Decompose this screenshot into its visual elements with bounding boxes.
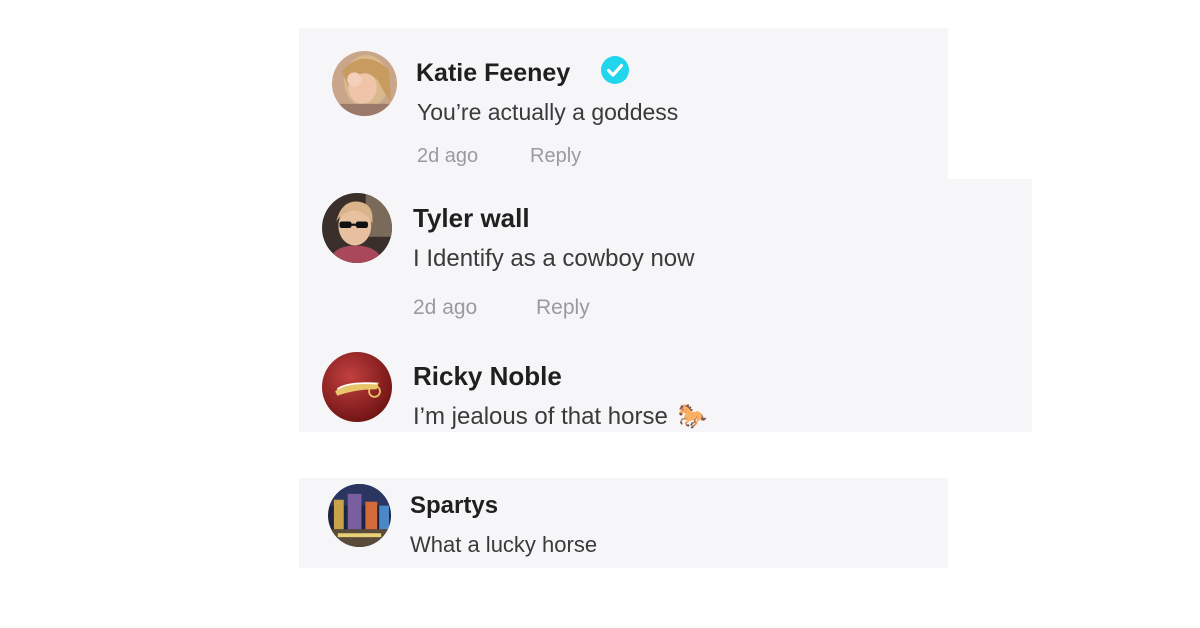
avatar[interactable] <box>322 193 392 263</box>
comment-timestamp: 2d ago <box>417 145 479 167</box>
avatar[interactable] <box>322 352 392 422</box>
comment-text: I Identify as a cowboy now <box>413 245 695 272</box>
reply-button[interactable]: Reply <box>536 295 590 320</box>
comment-panel <box>299 179 1032 432</box>
comment-author[interactable]: Katie Feeney <box>416 58 570 88</box>
comment-author[interactable]: Tyler wall <box>413 203 530 233</box>
comment-text: I’m jealous of that horse 🐎 <box>413 402 708 432</box>
comment-author[interactable]: Ricky Noble <box>413 361 562 391</box>
avatar[interactable] <box>332 51 397 116</box>
avatar[interactable] <box>328 484 391 547</box>
reply-button[interactable]: Reply <box>530 144 581 168</box>
comment-author[interactable]: Spartys <box>410 492 498 520</box>
comment-text: You’re actually a goddess <box>417 99 679 125</box>
comment-panel <box>299 478 948 568</box>
verified-badge-icon <box>601 56 629 84</box>
horse-emoji-icon: 🐎 <box>677 403 708 430</box>
comment-text-content: I’m jealous of that horse <box>413 403 668 430</box>
comment-timestamp: 2d ago <box>413 296 478 319</box>
comment-text: What a lucky horse <box>410 532 598 557</box>
